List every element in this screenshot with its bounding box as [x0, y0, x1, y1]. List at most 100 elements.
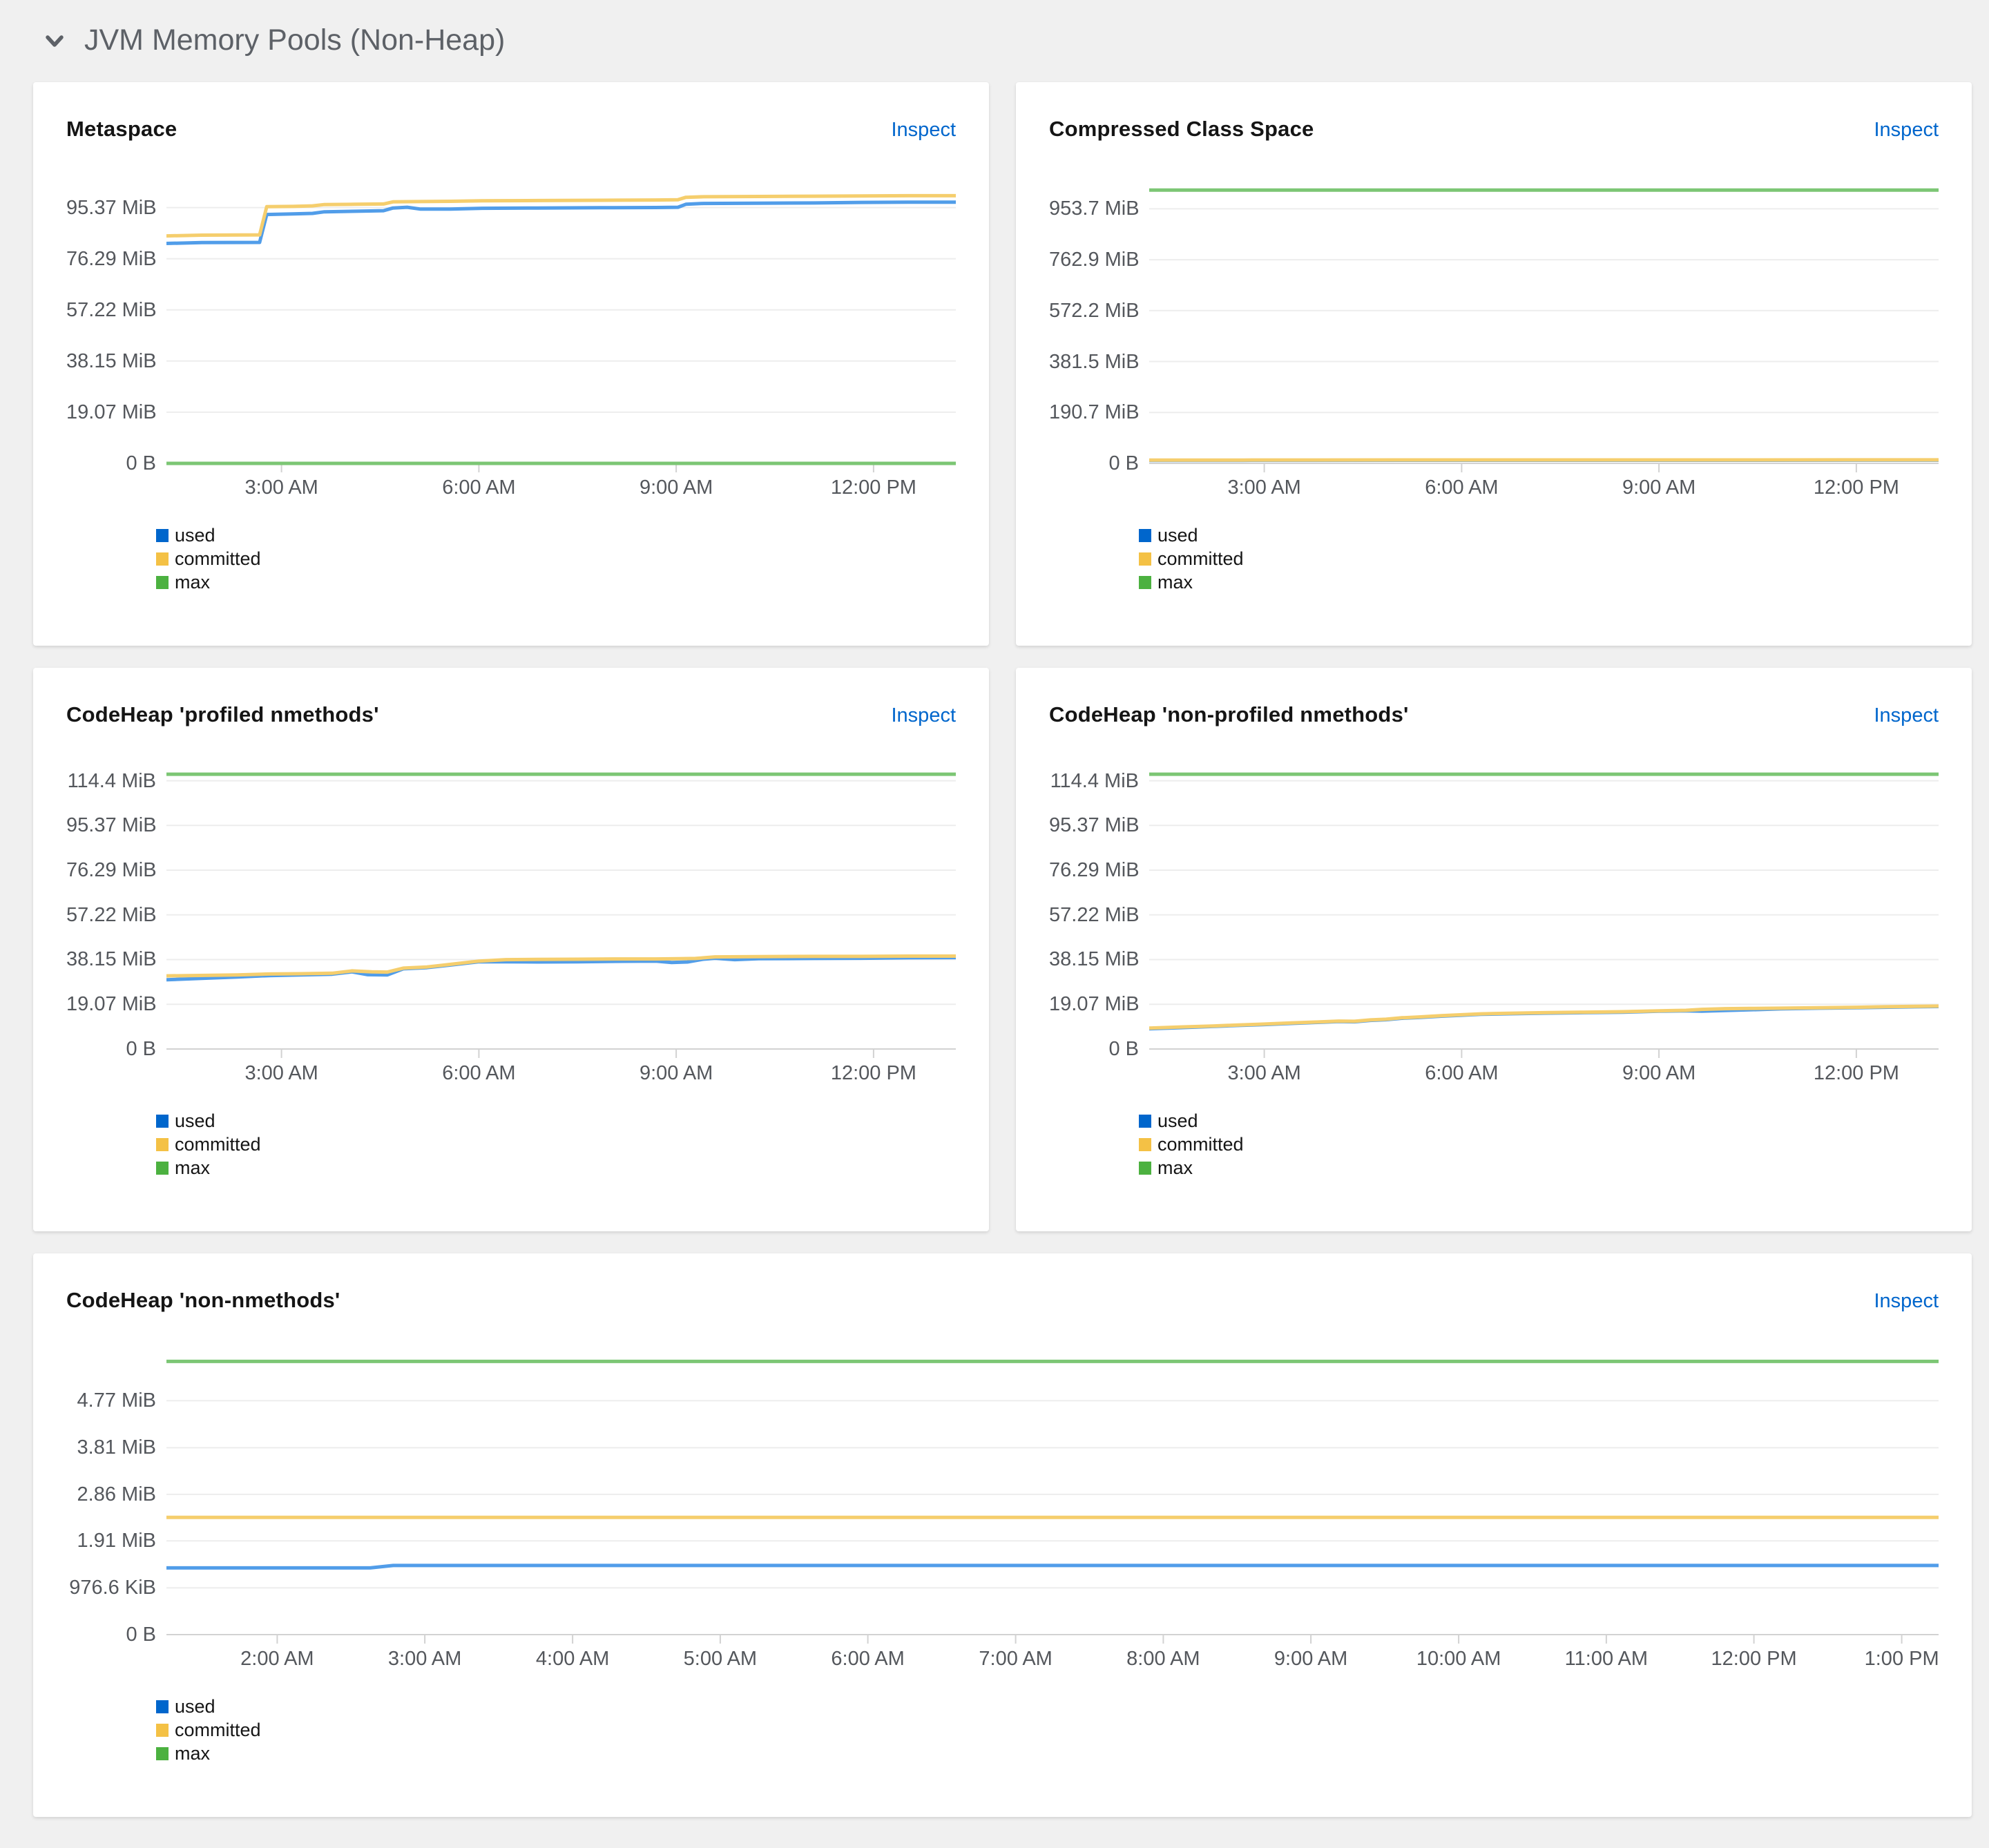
y-axis-label: 19.07 MiB: [66, 401, 157, 423]
legend-item-max[interactable]: max: [1139, 572, 1244, 592]
chart-plot: [166, 1359, 1939, 1644]
y-axis-label: 76.29 MiB: [66, 858, 157, 881]
y-axis-label: 0 B: [126, 452, 156, 474]
legend-swatch-max: [1139, 1161, 1151, 1175]
chart-title: CodeHeap 'non-profiled nmethods': [1049, 702, 1409, 726]
legend-label: used: [175, 524, 215, 546]
x-axis-label: 12:00 PM: [1813, 477, 1899, 499]
legend-item-used[interactable]: used: [156, 1111, 261, 1130]
x-axis-label: 9:00 AM: [1622, 1062, 1696, 1084]
series-line-committed: [1149, 1004, 1939, 1030]
chart-plot: [166, 772, 956, 1058]
y-axis-label: 1.91 MiB: [77, 1530, 156, 1552]
y-axis-label: 19.07 MiB: [1049, 993, 1140, 1016]
legend-item-used[interactable]: used: [156, 526, 261, 545]
x-axis-label: 6:00 AM: [1425, 1062, 1499, 1084]
legend-swatch-max: [156, 1161, 169, 1175]
y-axis-label: 2.86 MiB: [77, 1483, 156, 1505]
legend-label: committed: [175, 1133, 261, 1155]
chart-title: Metaspace: [66, 117, 177, 141]
section-title: JVM Memory Pools (Non-Heap): [84, 23, 506, 57]
chart-plot: [1149, 772, 1939, 1058]
chart-plot: [166, 193, 956, 472]
chart-region-codeheap-profiled-nmethods: 114.4 MiB 95.37 MiB 76.29 MiB 57.22 MiB 38.1…: [66, 770, 956, 1194]
x-axis-label: 6:00 AM: [831, 1648, 905, 1670]
inspect-link[interactable]: Inspect: [1874, 119, 1939, 142]
legend-item-committed[interactable]: committed: [156, 1720, 261, 1740]
legend-item-committed[interactable]: committed: [156, 1135, 261, 1154]
legend-item-used[interactable]: used: [1139, 526, 1244, 545]
x-axis-label: 9:00 AM: [639, 1062, 713, 1084]
legend-item-used[interactable]: used: [156, 1697, 261, 1716]
legend-label: used: [175, 1695, 215, 1717]
x-axis-label: 4:00 AM: [535, 1648, 610, 1670]
legend-item-committed[interactable]: committed: [1139, 1135, 1244, 1154]
x-axis-label: 12:00 PM: [1711, 1648, 1797, 1670]
legend-label: committed: [1157, 1133, 1244, 1155]
chart-region-codeheap-non-nmethods: 4.77 MiB 3.81 MiB 2.86 MiB 1.91 MiB 976.6 Ki…: [66, 1357, 1939, 1780]
x-axis-label: 8:00 AM: [1126, 1648, 1200, 1670]
legend-label: max: [1157, 1157, 1193, 1178]
series-line-used: [166, 1563, 1939, 1570]
y-axis-label: 95.37 MiB: [66, 196, 157, 219]
legend-swatch-max: [156, 1746, 169, 1760]
legend-label: committed: [1157, 548, 1244, 569]
x-axis-label: 6:00 AM: [1425, 477, 1499, 499]
y-axis-label: 38.15 MiB: [1049, 948, 1140, 971]
chart-card-codeheap-non-nmethods: CodeHeap 'non-nmethods' Inspect 4.77 MiB…: [33, 1253, 1972, 1817]
y-axis-label: 57.22 MiB: [66, 298, 157, 321]
legend-item-used[interactable]: used: [1139, 1111, 1244, 1130]
legend-item-committed[interactable]: committed: [156, 549, 261, 568]
legend-swatch-committed: [156, 552, 169, 566]
section-toggle-jvm-memory-pools[interactable]: JVM Memory Pools (Non-Heap): [41, 23, 505, 57]
legend-swatch-used: [1139, 528, 1151, 542]
inspect-link[interactable]: Inspect: [892, 119, 957, 142]
y-axis-label: 381.5 MiB: [1049, 350, 1140, 373]
x-axis-label: 3:00 AM: [1227, 1062, 1301, 1084]
chart-card-codeheap-profiled-nmethods: CodeHeap 'profiled nmethods' Inspect 114…: [33, 668, 989, 1231]
legend-swatch-committed: [156, 1723, 169, 1737]
y-axis-label: 76.29 MiB: [66, 247, 157, 270]
legend-label: used: [1157, 1110, 1198, 1131]
charts-grid: Metaspace Inspect 95.37 MiB 76.29 MiB 57.2…: [33, 82, 1972, 1817]
chart-title: CodeHeap 'non-nmethods': [66, 1288, 340, 1312]
y-axis-label: 3.81 MiB: [77, 1436, 156, 1459]
x-axis-label: 2:00 AM: [240, 1648, 314, 1670]
x-axis-label: 6:00 AM: [442, 477, 516, 499]
legend-item-max[interactable]: max: [156, 1158, 261, 1177]
chart-legend: used committed max: [156, 1111, 261, 1182]
y-axis-label: 4.77 MiB: [77, 1389, 156, 1412]
y-axis-label: 38.15 MiB: [66, 349, 157, 372]
inspect-link[interactable]: Inspect: [1874, 1290, 1939, 1313]
legend-label: used: [175, 1110, 215, 1131]
chart-region-compressed-class-space: 953.7 MiB 762.9 MiB 572.2 MiB 381.5 MiB 190.…: [1049, 186, 1939, 608]
legend-label: committed: [175, 548, 261, 569]
legend-swatch-used: [156, 1114, 169, 1128]
legend-item-max[interactable]: max: [156, 1744, 261, 1763]
legend-item-max[interactable]: max: [1139, 1158, 1244, 1177]
x-axis-label: 11:00 AM: [1564, 1648, 1649, 1670]
inspect-link[interactable]: Inspect: [892, 704, 957, 727]
legend-item-committed[interactable]: committed: [1139, 549, 1244, 568]
chart-title: CodeHeap 'profiled nmethods': [66, 702, 379, 726]
x-axis-label: 12:00 PM: [1813, 1062, 1899, 1084]
y-axis-label: 0 B: [1108, 452, 1139, 474]
legend-swatch-max: [1139, 575, 1151, 589]
legend-swatch-committed: [1139, 1137, 1151, 1151]
legend-label: used: [1157, 524, 1198, 546]
legend-swatch-max: [156, 575, 169, 589]
legend-label: max: [175, 1742, 211, 1764]
y-axis-label: 57.22 MiB: [1049, 903, 1140, 926]
legend-item-max[interactable]: max: [156, 572, 261, 592]
legend-swatch-committed: [1139, 552, 1151, 566]
y-axis-label: 0 B: [1108, 1038, 1139, 1060]
chart-plot: [1149, 188, 1939, 472]
x-axis-label: 7:00 AM: [979, 1648, 1053, 1670]
x-axis-label: 3:00 AM: [1227, 477, 1301, 499]
series-line-used: [166, 200, 956, 245]
legend-label: max: [175, 1157, 211, 1178]
inspect-link[interactable]: Inspect: [1874, 704, 1939, 727]
legend-swatch-used: [156, 528, 169, 542]
chart-card-metaspace: Metaspace Inspect 95.37 MiB 76.29 MiB 57.2…: [33, 82, 989, 646]
chart-legend: used committed max: [1139, 1111, 1244, 1182]
